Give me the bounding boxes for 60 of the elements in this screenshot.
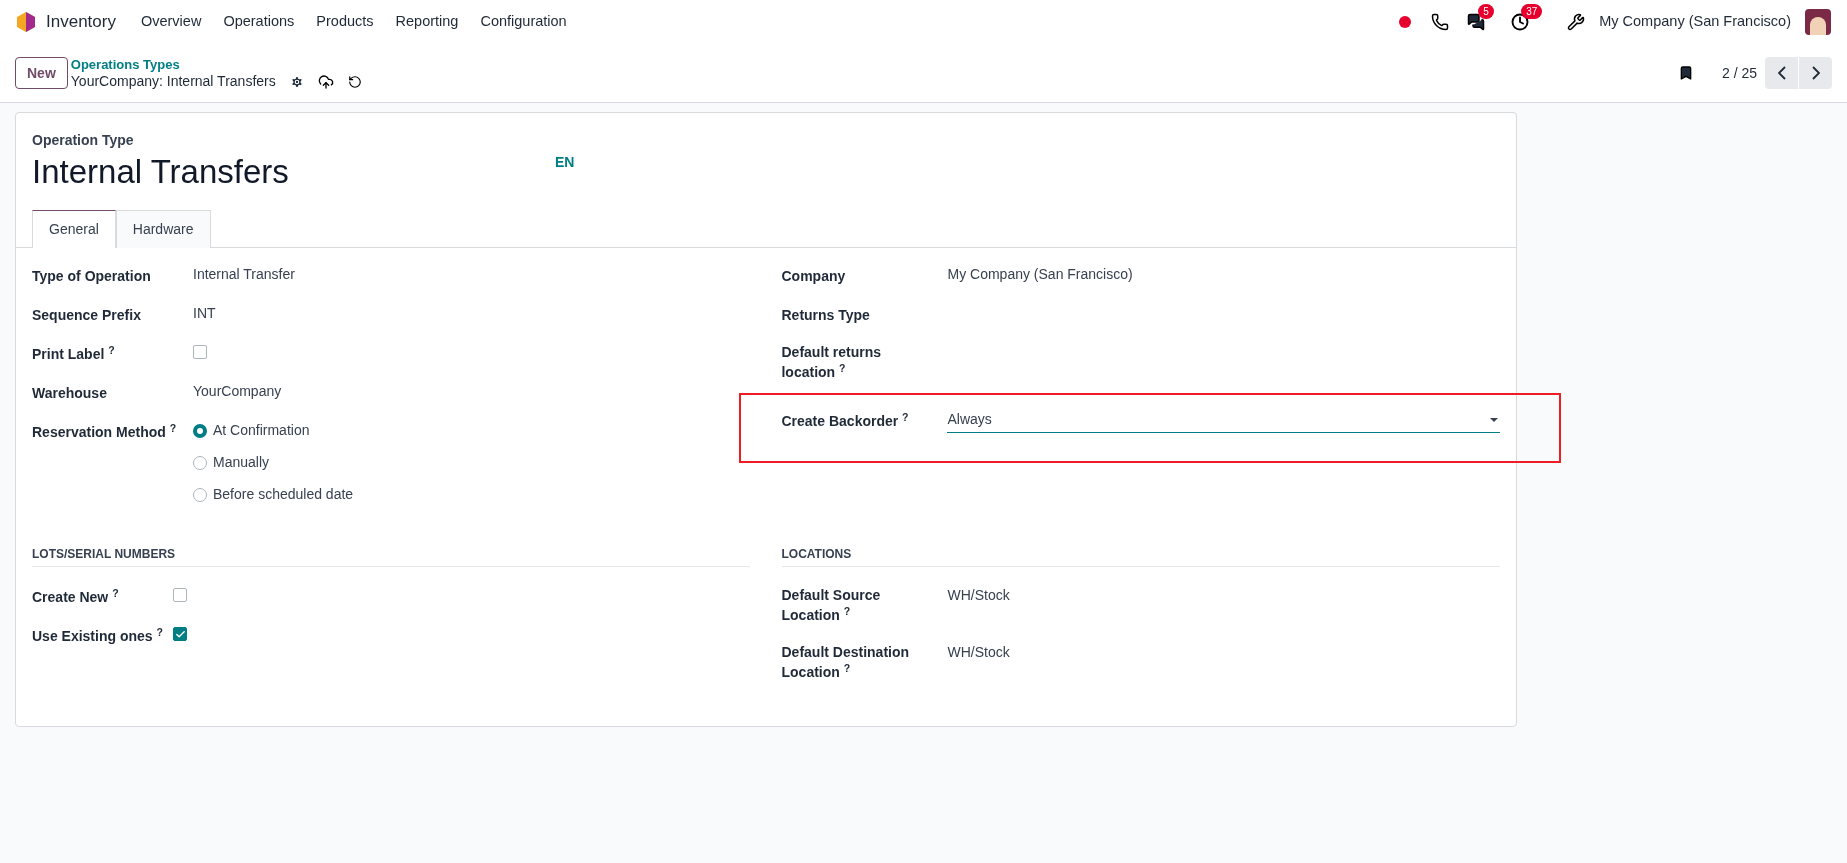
field-value: YourCompany — [193, 382, 282, 401]
chevron-right-icon — [1811, 66, 1820, 80]
checkbox[interactable] — [173, 588, 187, 602]
avatar-icon[interactable] — [1805, 9, 1831, 35]
field-label: Default Destination Location $^{?}$ — [781, 643, 910, 682]
next-button[interactable] — [1799, 57, 1832, 89]
app-logo-icon — [16, 11, 36, 33]
pager-value: 2 / 25 — [1721, 63, 1757, 83]
field-label: Create Backorder $^{?}$ — [781, 411, 909, 431]
menu-item[interactable]: Products — [305, 11, 385, 33]
menu-item[interactable]: Operations — [212, 11, 306, 33]
section-heading: LOTS/SERIAL NUMBERS — [32, 545, 750, 567]
previous-button[interactable] — [1765, 57, 1798, 89]
tab[interactable]: General — [32, 210, 116, 248]
select-field[interactable]: Always — [947, 409, 1500, 433]
discard-icon[interactable] — [347, 74, 362, 89]
checkbox[interactable] — [193, 345, 207, 359]
notification-badge: 5 — [1478, 4, 1494, 19]
chevron-left-icon — [1777, 66, 1786, 80]
new-button[interactable]: New — [15, 57, 68, 89]
phone-icon[interactable] — [1431, 13, 1450, 31]
field-label: Default returns location $^{?}$ — [781, 343, 883, 382]
menu-item[interactable]: Configuration — [469, 11, 578, 33]
field-label: Print Label $^{?}$ — [32, 344, 115, 364]
field-label: Create New $^{?}$ — [32, 587, 119, 607]
section-heading: LOCATIONS — [781, 545, 1500, 567]
field-label: Warehouse — [32, 384, 107, 403]
field-label: Sequence Prefix — [32, 306, 141, 325]
menu-item[interactable]: Overview — [129, 11, 213, 33]
field-label: Returns Type — [781, 306, 870, 325]
field-label: Default Source Location $^{?}$ — [781, 586, 882, 625]
field-label: Company — [781, 267, 846, 286]
notification-badge: 37 — [1521, 4, 1543, 19]
cloud-upload-icon[interactable] — [317, 73, 334, 90]
caret-icon — [1490, 417, 1498, 422]
field-value: My Company (San Francisco) — [947, 265, 1133, 284]
radio-option[interactable]: Manually — [193, 452, 354, 473]
field-value: Internal Transfer — [193, 265, 295, 284]
chat-icon[interactable] — [1467, 13, 1486, 31]
field-value: INT — [193, 304, 216, 323]
radio-option[interactable]: At Confirmation — [193, 420, 354, 441]
field-label: Type of Operation — [32, 267, 151, 286]
form-caption: Operation Type — [32, 131, 135, 150]
checkbox[interactable] — [173, 627, 187, 641]
language-button[interactable]: EN — [555, 152, 575, 170]
field-value: WH/Stock — [947, 643, 1010, 662]
record-name: Internal Transfers — [32, 152, 290, 192]
tab[interactable]: Hardware — [115, 210, 211, 248]
field-label: Reservation Method $^{?}$ — [32, 422, 177, 442]
field-value: WH/Stock — [947, 586, 1010, 605]
tools-icon[interactable] — [1567, 13, 1586, 31]
field-label: Use Existing ones $^{?}$ — [32, 626, 163, 646]
record-title: YourCompany: Internal Transfers — [70, 73, 276, 90]
breadcrumb-link[interactable]: Operations Types — [70, 56, 362, 73]
settings-icon[interactable] — [289, 74, 304, 89]
clock-icon[interactable] — [1511, 13, 1530, 31]
radio-option[interactable]: Before scheduled date — [193, 484, 354, 505]
company-switcher[interactable]: My Company (San Francisco) — [1599, 11, 1791, 33]
app-name[interactable]: Inventory — [46, 9, 116, 35]
menu-item[interactable]: Reporting — [384, 11, 470, 33]
